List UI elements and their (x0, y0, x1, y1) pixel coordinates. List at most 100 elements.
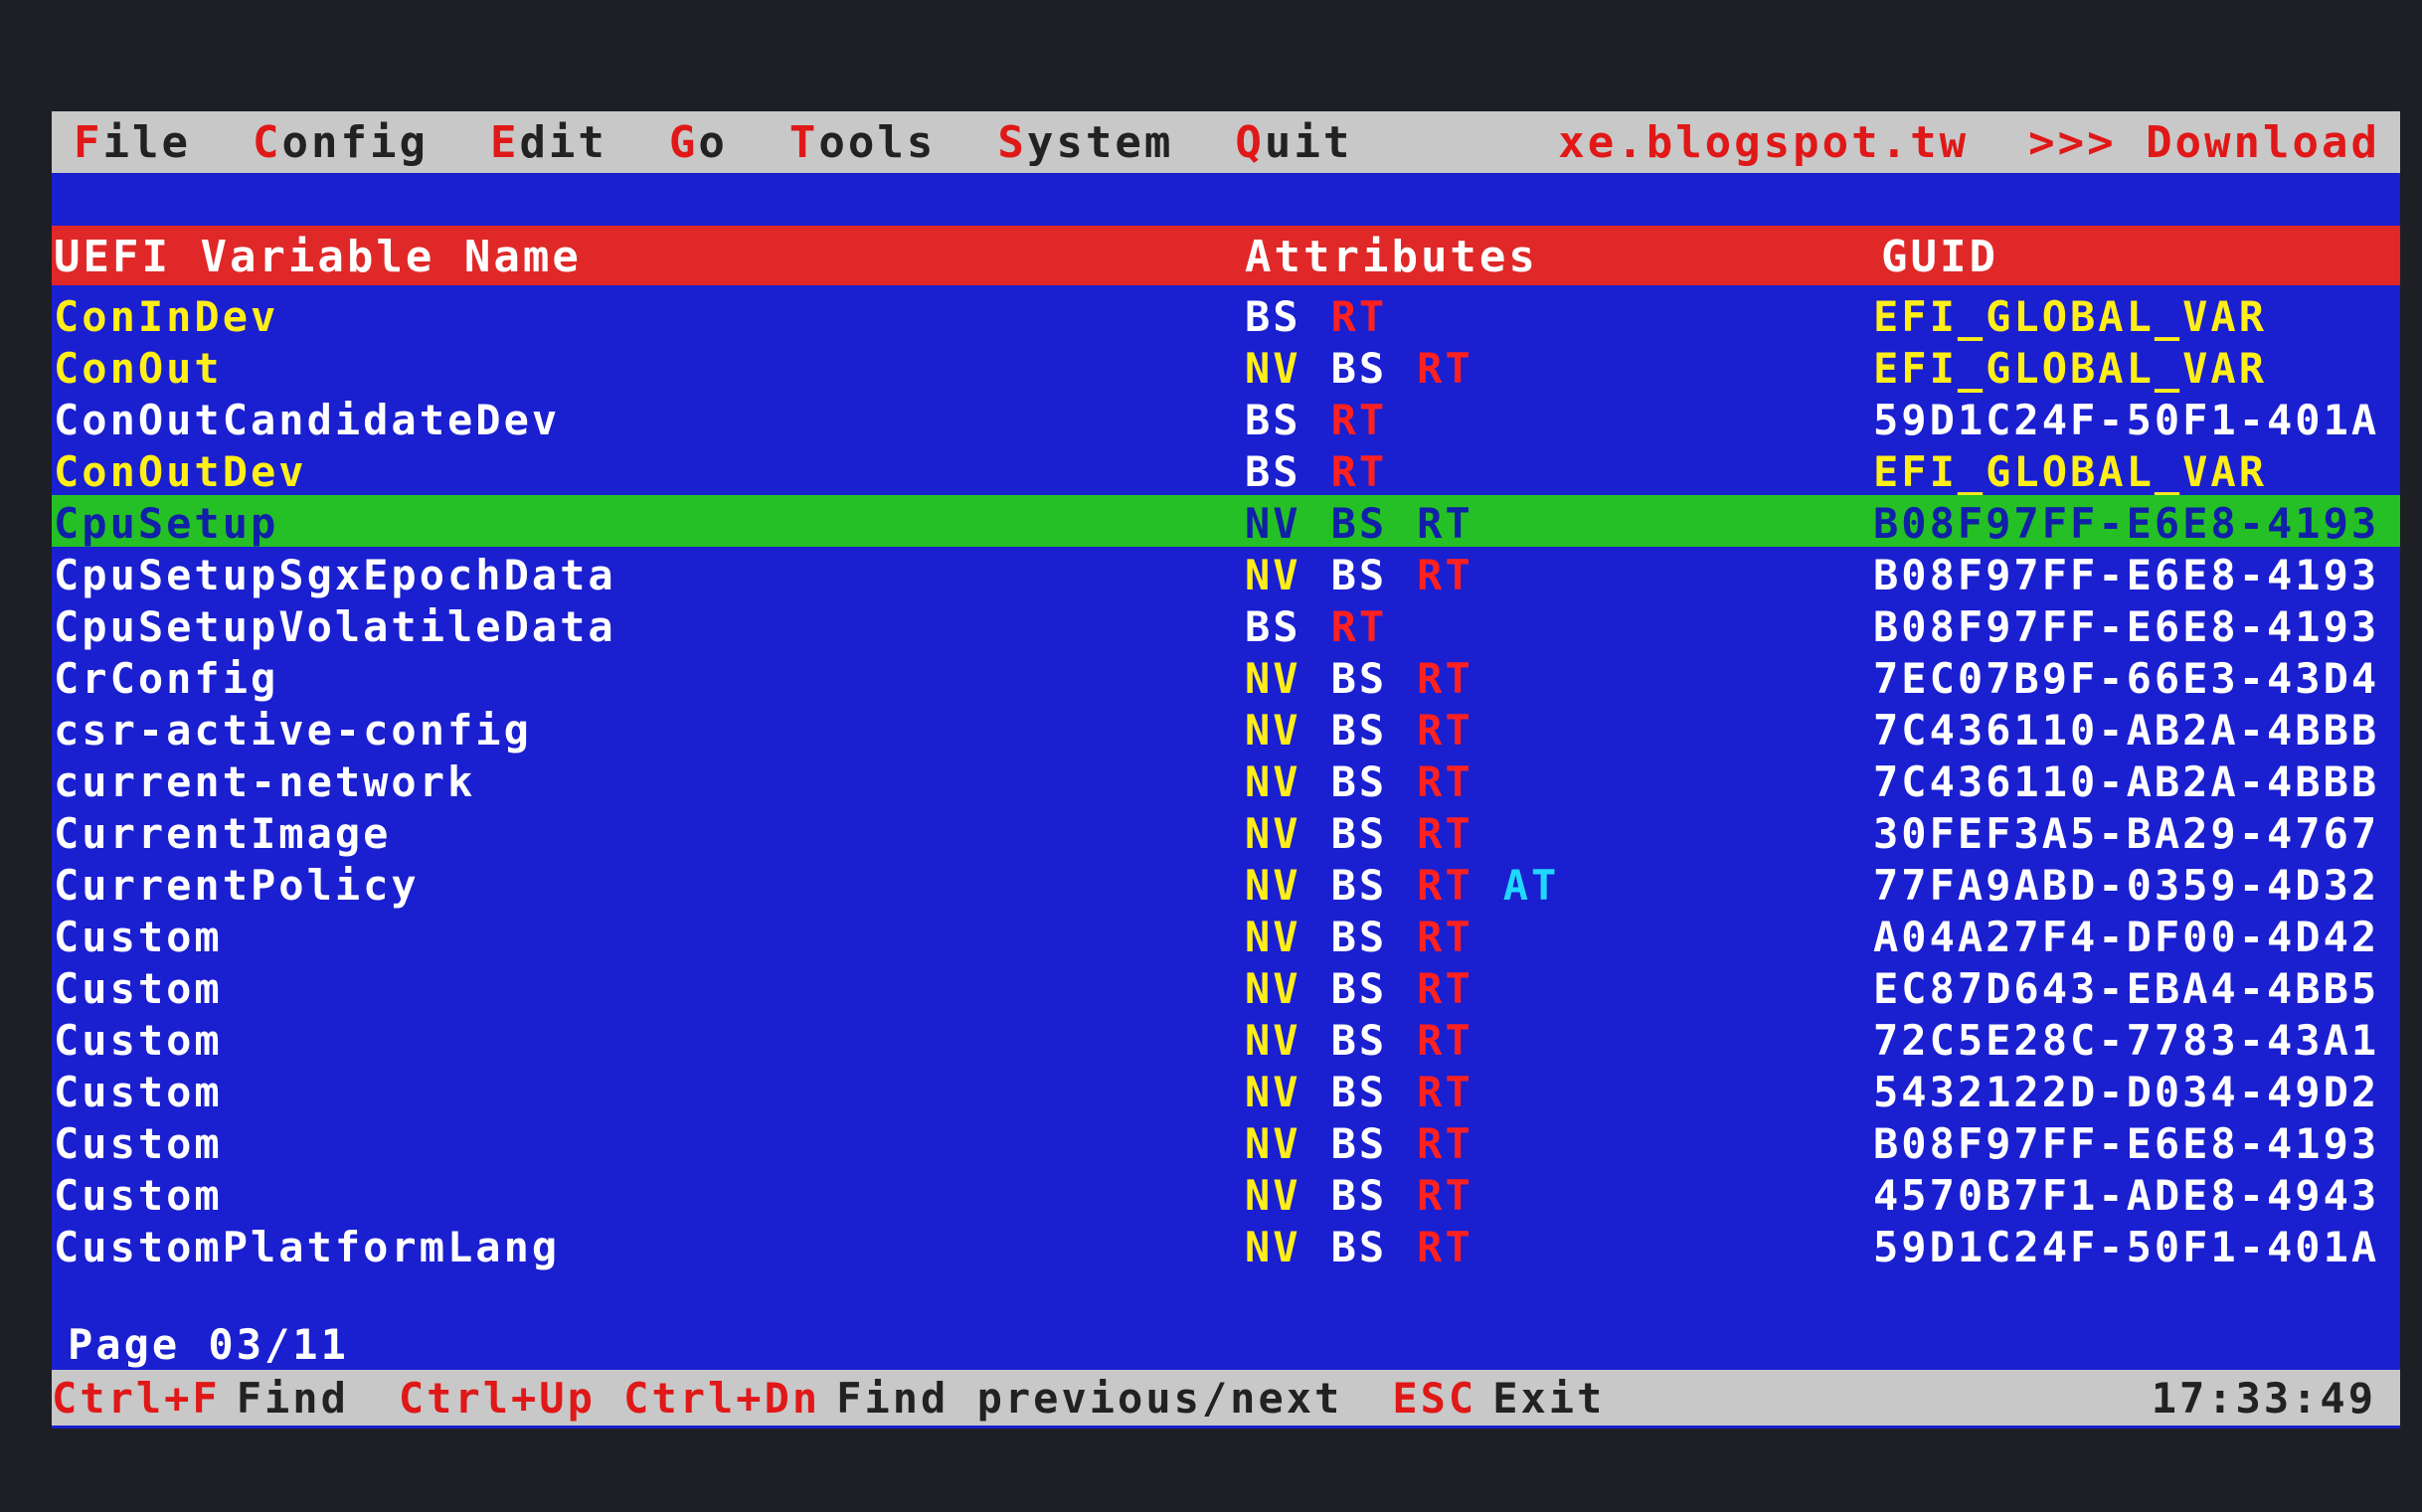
table-row[interactable]: ConOut NV BS RT EFI_GLOBAL_VAR (52, 340, 2400, 393)
table-row[interactable]: Custom NV BS RT 72C5E28C-7783-43A1 (52, 1012, 2400, 1065)
variable-guid: EFI_GLOBAL_VAR (1873, 292, 2268, 341)
table-row[interactable]: CustomPlatformLang NV BS RT 59D1C24F-50F1-40… (52, 1219, 2400, 1271)
variable-name: Custom (54, 1119, 223, 1168)
attribute-nv: NV (1245, 1016, 1301, 1065)
menu-label: ystem (1026, 116, 1174, 168)
table-row[interactable]: CpuSetupSgxEpochData NV BS RT B08F97FF-E6E8-… (52, 547, 2400, 599)
menu-edit[interactable]: Edit (490, 117, 607, 168)
table-row[interactable]: ConOutDev BS RT EFI_GLOBAL_VAR (52, 443, 2400, 496)
attribute-rt: RT (1417, 1223, 1473, 1271)
table-row[interactable]: Custom NV BS RT A04A27F4-DF00-4D42 (52, 909, 2400, 961)
clock: 17:33:49 (2151, 1373, 2376, 1423)
table-row[interactable]: csr-active-config NV BS RT 7C436110-AB2A-4BB… (52, 702, 2400, 755)
attribute-bs: BS (1245, 396, 1301, 444)
table-row[interactable]: Custom NV BS RT 5432122D-D034-49D2 (52, 1064, 2400, 1116)
variable-list: ConInDev BS RT EFI_GLOBAL_VAR ConOut NV BS RT EF… (52, 288, 2400, 1271)
variable-name: CustomPlatformLang (54, 1223, 561, 1271)
variable-name: Custom (54, 913, 223, 961)
table-row[interactable]: Custom NV BS RT 4570B7F1-ADE8-4943 (52, 1167, 2400, 1220)
variable-name: ConOutCandidateDev (54, 396, 561, 444)
variable-name: ConInDev (54, 292, 279, 341)
variable-attributes: NV BS RT (1245, 654, 1503, 703)
variable-name: CurrentPolicy (54, 861, 420, 910)
variable-guid: B08F97FF-E6E8-4193 (1873, 499, 2380, 548)
variable-name: Custom (54, 964, 223, 1013)
variable-guid: B08F97FF-E6E8-4193 (1873, 1119, 2380, 1168)
table-row-selected[interactable]: CpuSetup NV BS RT B08F97FF-E6E8-4193 (52, 495, 2400, 548)
attribute-bs: BS (1330, 551, 1388, 599)
attribute-at: AT (1502, 861, 1560, 910)
variable-name: CurrentImage (54, 809, 392, 858)
menu-hotkey: S (997, 116, 1027, 168)
attribute-nv: NV (1245, 344, 1301, 393)
attribute-rt: RT (1417, 809, 1473, 858)
variable-attributes: BS RT (1245, 396, 1417, 444)
attribute-nv: NV (1245, 964, 1301, 1013)
table-row[interactable]: Custom NV BS RT EC87D643-EBA4-4BB5 (52, 960, 2400, 1013)
variable-attributes: NV BS RT (1245, 1119, 1503, 1168)
attribute-nv: NV (1245, 1223, 1301, 1271)
attribute-bs: BS (1330, 1068, 1388, 1116)
table-row[interactable]: CpuSetupVolatileData BS RT B08F97FF-E6E8-41… (52, 598, 2400, 651)
variable-guid: 59D1C24F-50F1-401A (1873, 1223, 2380, 1271)
variable-guid: 7C436110-AB2A-4BBB (1873, 757, 2380, 806)
table-row[interactable]: Custom NV BS RT B08F97FF-E6E8-4193 (52, 1115, 2400, 1168)
menu-label: dit (519, 116, 607, 168)
menu-go[interactable]: Go (669, 117, 728, 168)
menu-file[interactable]: File (74, 117, 191, 168)
table-row[interactable]: ConInDev BS RT EFI_GLOBAL_VAR (52, 288, 2400, 341)
download-link[interactable]: >>> Download (2028, 117, 2380, 168)
menu-hotkey: C (252, 116, 282, 168)
menu-label: onfig (281, 116, 429, 168)
table-row[interactable]: CurrentPolicy NV BS RT AT 77FA9ABD-0359-4D32 (52, 857, 2400, 910)
attribute-rt: RT (1330, 447, 1388, 496)
menu-bar: File Config Edit Go Tools System Quit xe.blogsp… (52, 111, 2400, 173)
shortcut-description: Find (236, 1373, 349, 1423)
variable-guid: 5432122D-D034-49D2 (1873, 1068, 2380, 1116)
variable-guid: B08F97FF-E6E8-4193 (1873, 602, 2380, 651)
variable-attributes: NV BS RT (1245, 1016, 1503, 1065)
header-attributes: Attributes (1245, 232, 1538, 282)
table-row[interactable]: CurrentImage NV BS RT 30FEF3A5-BA29-4767 (52, 805, 2400, 858)
variable-name: ConOut (54, 344, 223, 393)
menu-system[interactable]: System (997, 117, 1173, 168)
attribute-rt: RT (1417, 1016, 1473, 1065)
shortcut-description: Exit (1492, 1373, 1606, 1423)
variable-guid: 72C5E28C-7783-43A1 (1873, 1016, 2380, 1065)
menu-hotkey: Q (1235, 116, 1265, 168)
attribute-rt: RT (1417, 654, 1473, 703)
attribute-rt: RT (1417, 706, 1473, 755)
menu-hotkey: G (668, 116, 699, 168)
table-row[interactable]: current-network NV BS RT 7C436110-AB2A-4BBB (52, 754, 2400, 806)
variable-attributes: BS RT (1245, 447, 1417, 496)
attribute-nv: NV (1245, 551, 1301, 599)
variable-guid: 7C436110-AB2A-4BBB (1873, 706, 2380, 755)
attribute-rt: RT (1330, 292, 1388, 341)
variable-guid: 30FEF3A5-BA29-4767 (1873, 809, 2380, 858)
menu-quit[interactable]: Quit (1235, 117, 1352, 168)
attribute-bs: BS (1330, 706, 1388, 755)
variable-attributes: NV BS RT (1245, 1223, 1503, 1271)
attribute-bs: BS (1245, 602, 1301, 651)
table-row[interactable]: CrConfig NV BS RT 7EC07B9F-66E3-43D4 (52, 650, 2400, 703)
attribute-bs: BS (1330, 809, 1388, 858)
header-name: UEFI Variable Name (54, 232, 582, 282)
attribute-rt: RT (1417, 861, 1473, 910)
attribute-bs: BS (1245, 447, 1301, 496)
menu-label: uit (1264, 116, 1353, 168)
attribute-nv: NV (1245, 499, 1301, 548)
table-row[interactable]: ConOutCandidateDev BS RT 59D1C24F-50F1-401A (52, 392, 2400, 444)
menu-tools[interactable]: Tools (789, 117, 936, 168)
menu-config[interactable]: Config (253, 117, 429, 168)
attribute-rt: RT (1417, 499, 1473, 548)
attribute-bs: BS (1330, 344, 1388, 393)
attribute-bs: BS (1330, 964, 1388, 1013)
menu-label: ools (818, 116, 937, 168)
variable-attributes: NV BS RT (1245, 551, 1503, 599)
variable-guid: A04A27F4-DF00-4D42 (1873, 913, 2380, 961)
site-link[interactable]: xe.blogspot.tw (1558, 117, 1969, 168)
table-header: UEFI Variable Name Attributes GUID (52, 226, 2400, 285)
variable-name: Custom (54, 1068, 223, 1116)
menu-label: o (698, 116, 728, 168)
variable-name: CpuSetup (54, 499, 279, 548)
